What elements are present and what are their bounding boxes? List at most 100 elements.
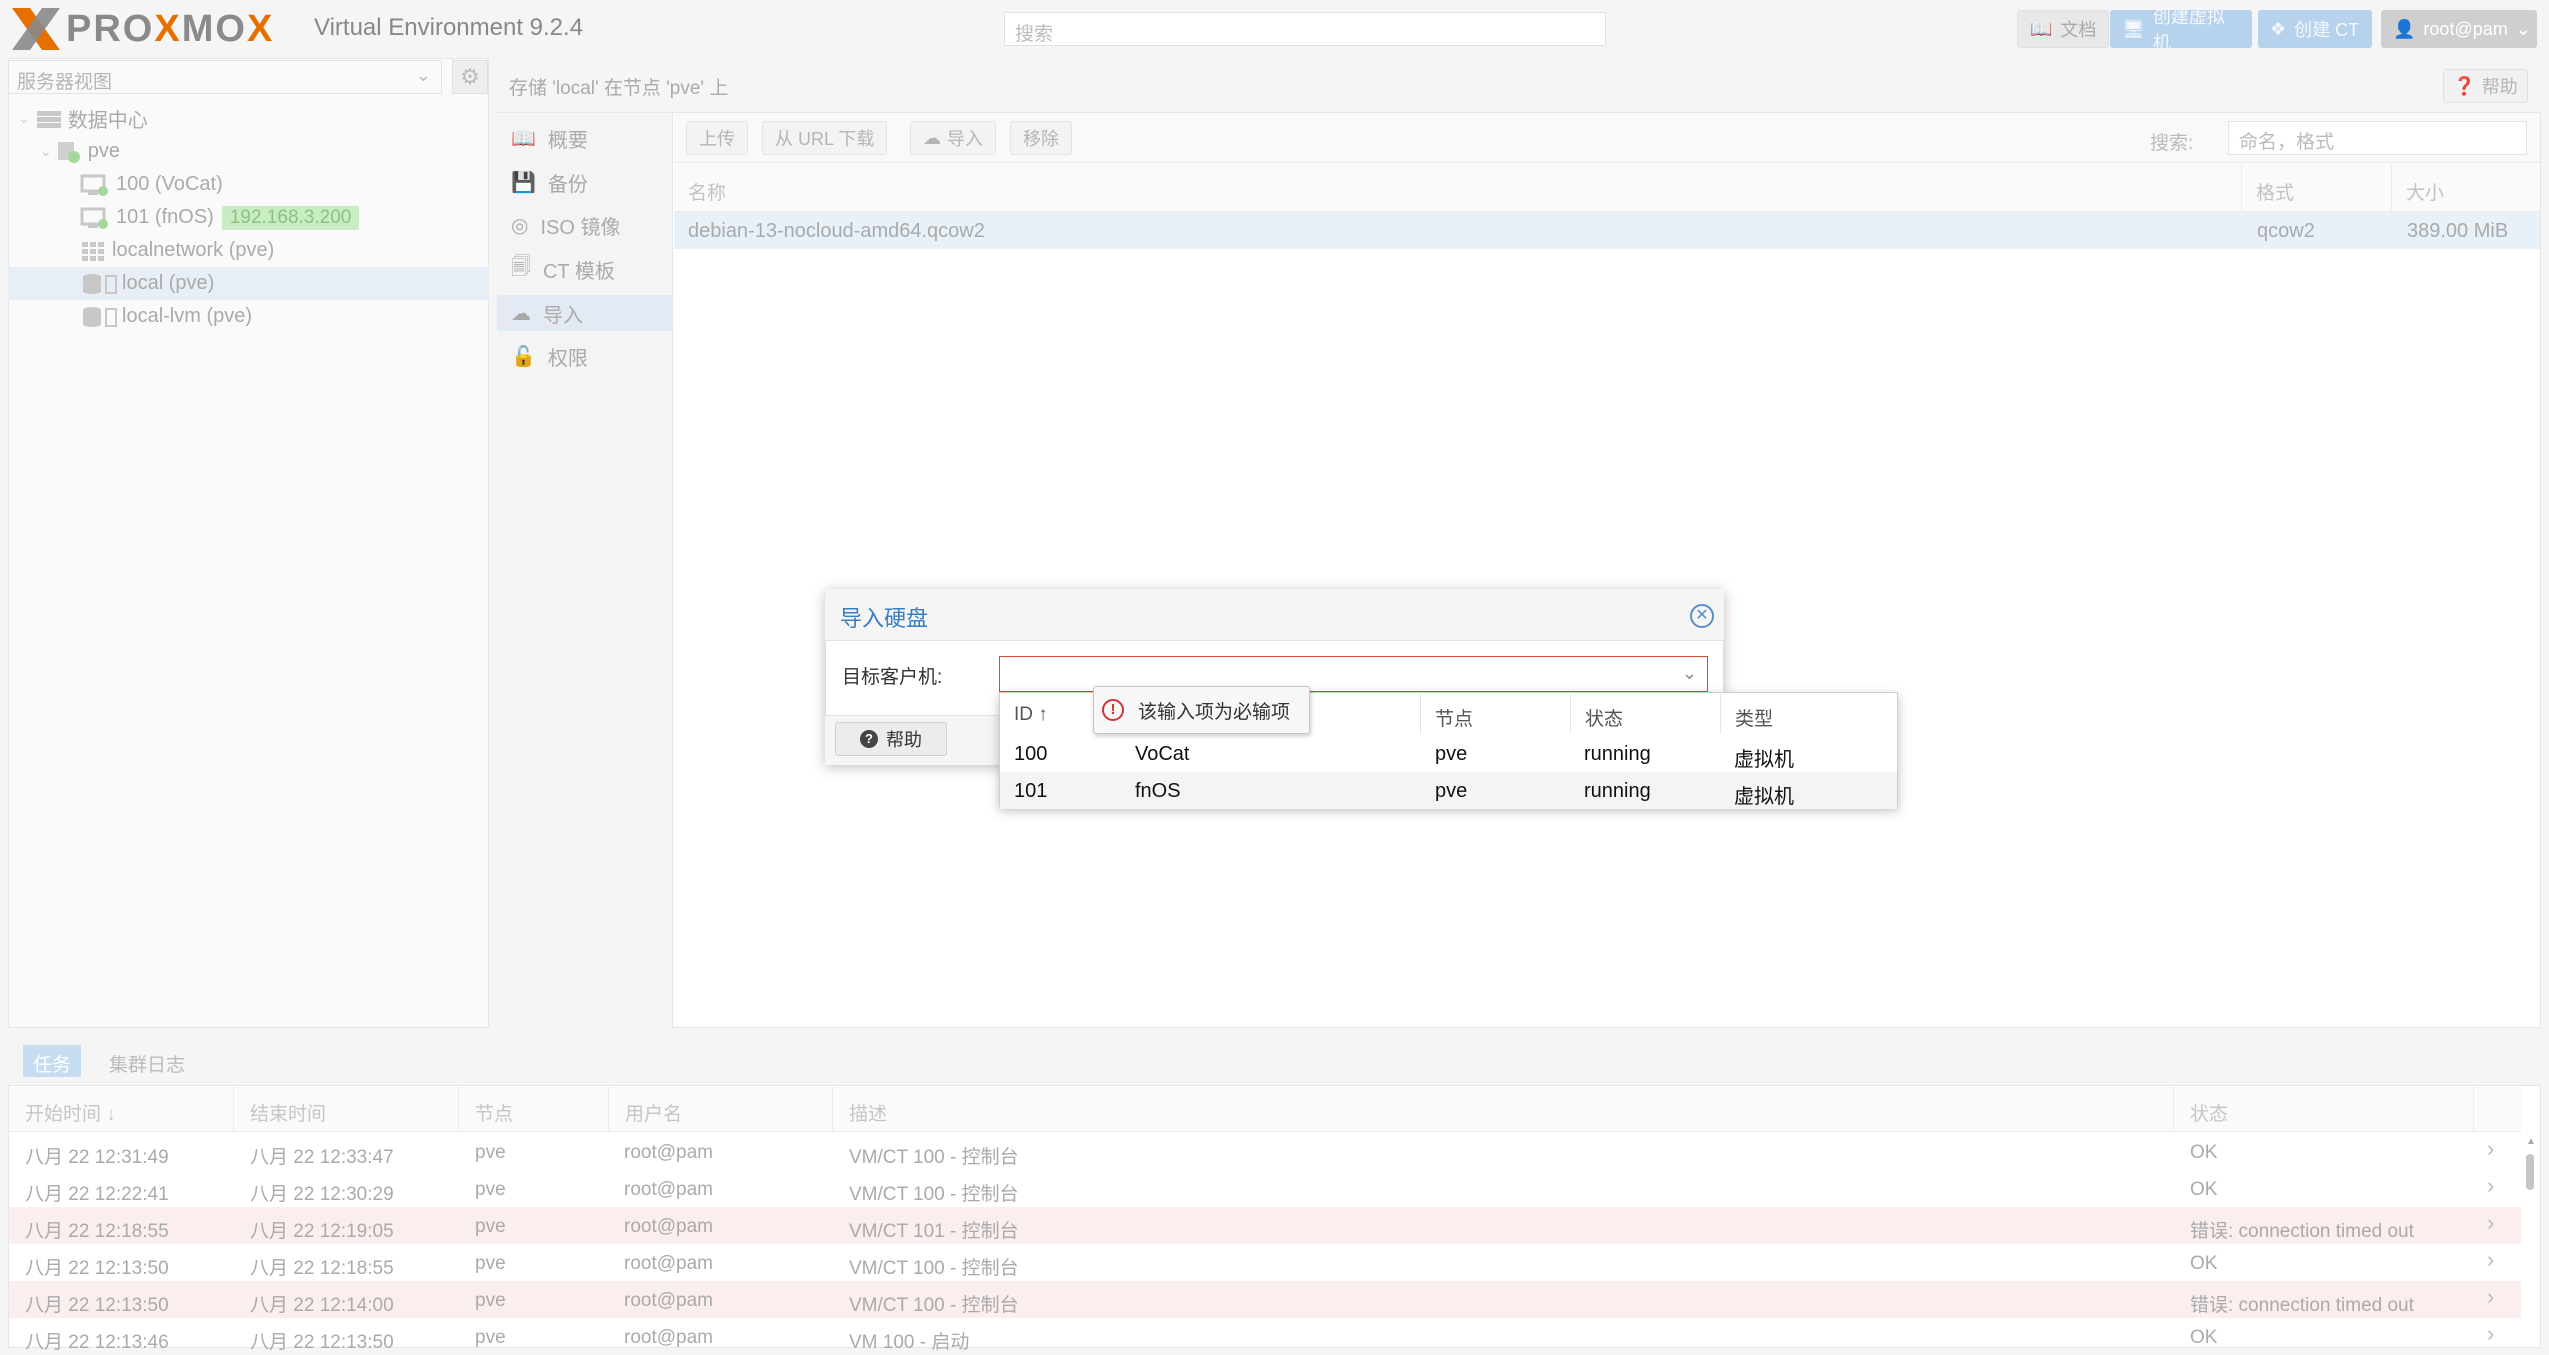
storage-search-input[interactable]: 命名，格式 [2228,121,2527,155]
tab-tasks[interactable]: 任务 [23,1045,82,1077]
sdn-grid-icon [82,241,104,261]
column-header-node[interactable]: 节点 [459,1087,609,1132]
nav-import[interactable]: ☁ 导入 [497,295,673,331]
storage-icon [83,306,117,327]
import-button[interactable]: ☁ 导入 [910,121,996,155]
vm-running-icon [80,174,108,196]
column-header-start[interactable]: 开始时间 ↓ [9,1087,234,1132]
column-header-name[interactable]: 名称 [674,164,2242,212]
log-cell-node: pve [475,1327,506,1348]
log-cell-user: root@pam [624,1216,713,1237]
tree-item-storage-local[interactable]: local (pve) [8,267,489,300]
chevron-down-icon: ⌄ [2515,18,2531,39]
view-select[interactable]: 服务器视图 ⌄ [8,60,442,94]
table-row[interactable]: debian-13-nocloud-amd64.qcow2 qcow2 389.… [674,212,2540,249]
chevron-down-icon: ⌄ [415,65,431,85]
node-icon [57,141,80,163]
logo-text: PROXMOX [66,7,275,50]
log-row[interactable]: 八月 22 12:18:55 八月 22 12:19:05 pve root@pam V… [9,1207,2521,1244]
cell-name: debian-13-nocloud-amd64.qcow2 [688,220,985,242]
log-cell-start: 八月 22 12:22:41 [25,1184,169,1205]
log-row[interactable]: 八月 22 12:31:49 八月 22 12:33:47 pve root@pam V… [9,1133,2521,1170]
cloud-upload-icon: ☁ [923,127,941,148]
user-icon: 👤 [2393,18,2416,39]
chevron-right-icon[interactable]: › [2487,1136,2494,1162]
log-row[interactable]: 八月 22 12:13:50 八月 22 12:14:00 pve root@pam V… [9,1281,2521,1318]
docs-button[interactable]: 📖 文档 [2017,10,2110,48]
chevron-right-icon[interactable]: › [2487,1321,2494,1347]
log-cell-start: 八月 22 12:13:50 [25,1258,169,1279]
log-cell-end: 八月 22 12:18:55 [250,1258,394,1279]
log-cell-start: 八月 22 12:13:46 [25,1332,169,1353]
log-cell-status: 错误: connection timed out [2190,1221,2414,1242]
log-cell-status: OK [2190,1142,2218,1163]
remove-button[interactable]: 移除 [1010,121,1072,155]
close-icon[interactable]: ✕ [1690,604,1714,628]
create-vm-button[interactable]: 🖥 创建虚拟机 [2110,7,2252,53]
chevron-right-icon[interactable]: › [2487,1284,2494,1310]
log-cell-status: 错误: connection timed out [2190,1295,2414,1316]
log-scrollbar[interactable]: ▲ [2523,1132,2537,1346]
tab-cluster-log[interactable]: 集群日志 [109,1050,185,1077]
log-cell-desc: VM/CT 100 - 控制台 [849,1184,1019,1205]
monitor-icon: 🖥 [2122,18,2145,39]
dialog-help-button[interactable]: ? 帮助 [835,722,947,756]
gear-icon[interactable]: ⚙ [452,60,488,94]
tree-expand-icon: ⌄ [18,110,30,126]
column-header-format[interactable]: 格式 [2242,164,2392,212]
chevron-right-icon[interactable]: › [2487,1247,2494,1273]
create-ct-button[interactable]: ❖ 创建 CT [2258,10,2372,48]
column-header-desc[interactable]: 描述 [833,1087,2174,1132]
log-cell-desc: VM/CT 100 - 控制台 [849,1295,1019,1316]
picker-column-node[interactable]: 节点 [1421,694,1571,734]
nav-summary[interactable]: 📖 概要 [497,120,673,156]
global-search-input[interactable]: 搜索 [1004,12,1606,46]
disc-icon: ◎ [511,214,529,237]
tree-item-node-pve[interactable]: ⌄ pve [8,135,489,168]
chevron-right-icon[interactable]: › [2487,1210,2494,1236]
picker-column-type[interactable]: 类型 [1721,694,1897,734]
dialog-title: 导入硬盘 [840,606,929,631]
help-button[interactable]: ❓ 帮助 [2443,69,2528,103]
tree-item-vm-100[interactable]: 100 (VoCat) [8,168,489,201]
tree-item-vm-101[interactable]: 101 (fnOS) 192.168.3.200 [8,201,489,234]
picker-row[interactable]: 101 fnOS pve running 虚拟机 [1000,772,1897,809]
log-cell-status: OK [2190,1253,2218,1274]
column-header-status[interactable]: 状态 [2174,1087,2474,1132]
validation-tooltip: ! 该输入项为必输项 [1093,686,1310,734]
log-cell-start: 八月 22 12:13:50 [25,1295,169,1316]
nav-backup[interactable]: 💾 备份 [497,164,673,200]
log-row[interactable]: 八月 22 12:22:41 八月 22 12:30:29 pve root@pam V… [9,1170,2521,1207]
vm-running-icon [80,207,108,229]
target-guest-label: 目标客户机: [842,667,943,688]
search-label: 搜索: [2150,133,2194,154]
nav-permissions[interactable]: 🔓 权限 [497,338,673,374]
log-cell-node: pve [475,1253,506,1274]
log-cell-end: 八月 22 12:33:47 [250,1147,394,1168]
log-row[interactable]: 八月 22 12:13:50 八月 22 12:18:55 pve root@pam V… [9,1244,2521,1281]
column-header-user[interactable]: 用户名 [609,1087,833,1132]
log-cell-end: 八月 22 12:19:05 [250,1221,394,1242]
proxmox-logo[interactable]: PROXMOX [10,6,274,52]
log-row[interactable]: 八月 22 12:13:46 八月 22 12:13:50 pve root@pam V… [9,1318,2521,1355]
question-icon: ? [860,730,878,748]
tree-item-datacenter[interactable]: ⌄ 数据中心 [8,102,489,135]
log-cell-user: root@pam [624,1179,713,1200]
download-url-button[interactable]: 从 URL 下载 [762,121,888,155]
log-tab-bar [8,1036,2541,1086]
nav-ct-template[interactable]: 🗐 CT 模板 [497,251,673,287]
book-icon: 📖 [2030,18,2053,39]
upload-button[interactable]: 上传 [686,121,748,155]
chevron-right-icon[interactable]: › [2487,1173,2494,1199]
tree-item-storage-local-lvm[interactable]: local-lvm (pve) [8,300,489,333]
tree-item-localnetwork[interactable]: localnetwork (pve) [8,234,489,267]
column-header-size[interactable]: 大小 [2392,164,2540,212]
scroll-thumb[interactable] [2526,1154,2534,1190]
column-header-end[interactable]: 结束时间 [234,1087,459,1132]
picker-row[interactable]: 100 VoCat pve running 虚拟机 [1000,735,1897,772]
log-cell-node: pve [475,1179,506,1200]
nav-iso[interactable]: ◎ ISO 镜像 [497,207,673,243]
user-menu-button[interactable]: 👤 root@pam ⌄ [2381,10,2537,48]
chevron-down-icon[interactable]: ⌄ [1682,663,1697,684]
picker-column-status[interactable]: 状态 [1571,694,1721,734]
